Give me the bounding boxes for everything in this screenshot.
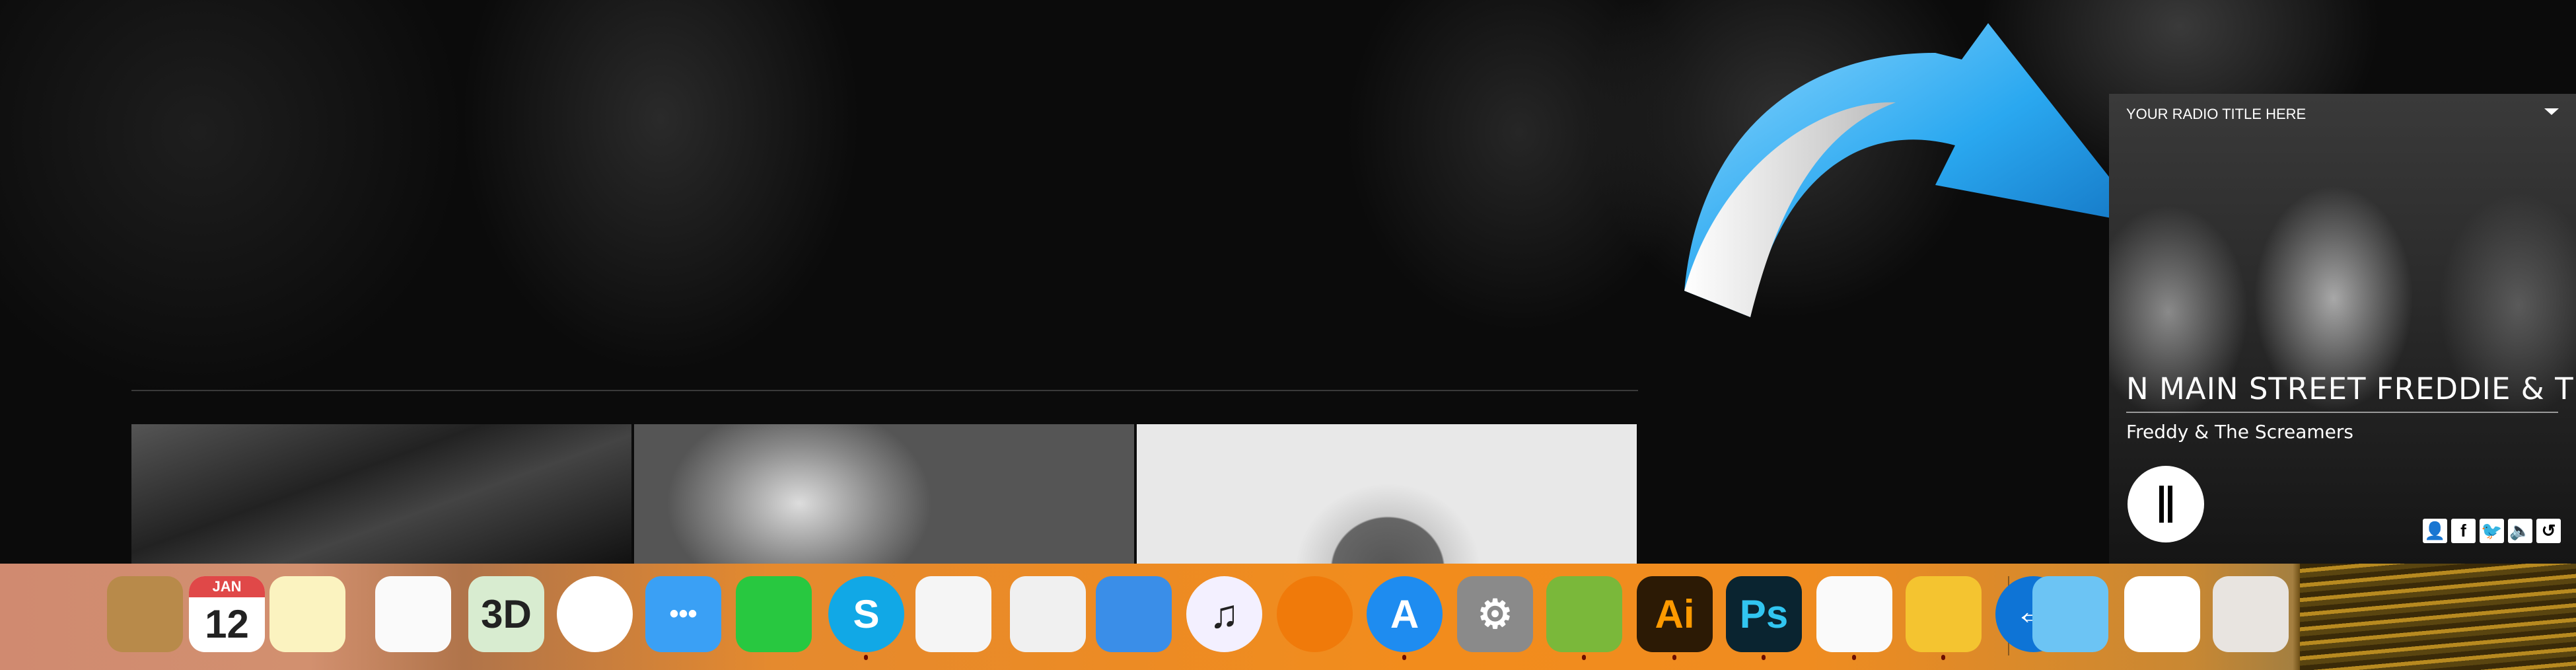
social-icons: 👤 f 🐦 🔈 ↺ (2423, 519, 2561, 543)
illustrator-icon[interactable]: Ai (1637, 576, 1713, 652)
photos-icon[interactable] (557, 576, 633, 652)
history-icon[interactable]: ↺ (2536, 519, 2561, 543)
running-indicator (1762, 655, 1766, 660)
song-divider (2126, 412, 2558, 413)
icon-glyph: ♫ (1209, 592, 1239, 636)
pause-button[interactable] (2128, 466, 2204, 542)
skype-icon[interactable]: S (828, 576, 904, 652)
user-icon[interactable]: 👤 (2423, 519, 2447, 543)
radio-player-widget: YOUR RADIO TITLE HERE N MAIN STREET FRED… (2109, 94, 2576, 564)
pause-icon-bar (2168, 486, 2172, 523)
app-store-icon[interactable]: A (1367, 576, 1443, 652)
desktop: YOUR RADIO TITLE HERE N MAIN STREET FRED… (0, 0, 2576, 670)
running-indicator (1672, 655, 1676, 660)
keynote-icon[interactable] (1096, 576, 1172, 652)
trash-icon[interactable] (2213, 576, 2289, 652)
running-indicator (864, 655, 868, 660)
pages-icon[interactable] (915, 576, 991, 652)
running-indicator (1402, 655, 1406, 660)
radio-title: YOUR RADIO TITLE HERE (2126, 106, 2307, 122)
icon-glyph: S (853, 592, 880, 636)
icon-glyph: A (1390, 592, 1419, 636)
downloads-folder-icon[interactable] (2032, 576, 2108, 652)
pause-icon (2159, 486, 2164, 523)
notes-icon[interactable] (269, 576, 345, 652)
icon-glyph: ••• (669, 599, 698, 628)
calendar-month: JAN (189, 576, 265, 597)
contacts-icon[interactable] (107, 576, 183, 652)
numbers-icon[interactable] (1010, 576, 1086, 652)
icon-glyph: 12 (205, 602, 249, 646)
icon-glyph: ⚙ (1477, 591, 1513, 636)
running-indicator (1582, 655, 1586, 660)
skype-window-icon[interactable] (2124, 576, 2200, 652)
icon-glyph: Ps (1739, 592, 1789, 636)
frog-app-icon[interactable] (1546, 576, 1622, 652)
wallpaper-water (2300, 564, 2576, 670)
running-indicator (1852, 655, 1856, 660)
maps-icon[interactable]: 3D (468, 576, 544, 652)
artist-name: Freddy & The Screamers (2126, 421, 2353, 443)
curved-arrow-icon (1684, 23, 2147, 317)
icon-glyph: Ai (1655, 592, 1695, 636)
volume-icon[interactable]: 🔈 (2508, 519, 2532, 543)
gallery-image-hat[interactable] (1137, 424, 1637, 564)
transmit-icon[interactable] (1906, 576, 1982, 652)
reminders-icon[interactable] (375, 576, 451, 652)
divider (131, 390, 1638, 391)
gallery-image-smiling[interactable] (634, 424, 1134, 564)
song-title: N MAIN STREET FREDDIE & THE (2126, 371, 2576, 406)
dropdown-caret-icon[interactable] (2544, 108, 2559, 115)
twitter-icon[interactable]: 🐦 (2480, 519, 2504, 543)
system-preferences-icon[interactable]: ⚙ (1457, 576, 1533, 652)
ibooks-icon[interactable] (1277, 576, 1353, 652)
icon-glyph: 3D (481, 592, 532, 636)
textedit-icon[interactable] (1816, 576, 1892, 652)
facetime-icon[interactable] (736, 576, 812, 652)
calendar-icon[interactable]: JAN 12 (189, 576, 265, 652)
photoshop-icon[interactable]: Ps (1726, 576, 1802, 652)
running-indicator (1941, 655, 1945, 660)
facebook-icon[interactable]: f (2451, 519, 2476, 543)
itunes-icon[interactable]: ♫ (1186, 576, 1262, 652)
messages-icon[interactable]: ••• (645, 576, 721, 652)
gallery-image-dj[interactable] (131, 424, 631, 564)
